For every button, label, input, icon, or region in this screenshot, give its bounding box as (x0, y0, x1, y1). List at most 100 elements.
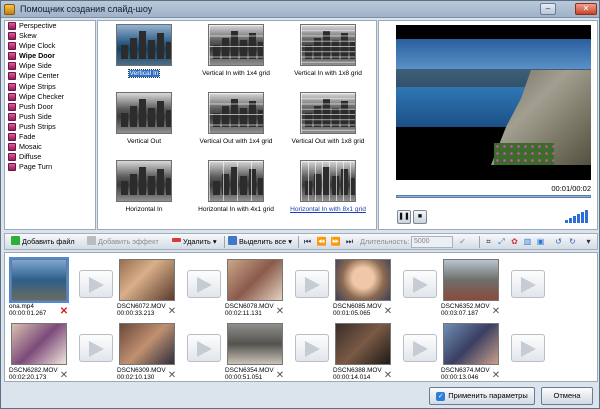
transition-item[interactable]: Wipe Checker (5, 92, 95, 102)
transition-item[interactable]: Page Turn (5, 162, 95, 172)
transition-icon (8, 32, 16, 41)
transition-item[interactable]: Mosaic (5, 142, 95, 152)
title-bar[interactable]: Помощник создания слайд-шоу – ✕ (1, 1, 599, 18)
crop-icon[interactable]: ⌗ (483, 236, 494, 248)
minimize-button[interactable]: – (540, 3, 556, 15)
transition-preview-image (116, 24, 172, 66)
delete-clip-icon[interactable]: ✕ (275, 371, 285, 381)
delete-clip-icon[interactable]: ✕ (59, 371, 69, 381)
window-icon[interactable]: ▣ (535, 236, 546, 248)
transition-slot-arrow-icon[interactable] (187, 334, 221, 362)
delete-clip-icon[interactable]: ✕ (167, 307, 177, 317)
transition-item[interactable]: Skew (5, 31, 95, 41)
transition-thumbnail[interactable]: Horizontal In with 4x1 grid (192, 160, 280, 227)
transition-label: Wipe Side (19, 61, 52, 71)
timeline-clip[interactable]: DSCN6072.MOV 00:00:33.213 ✕ (117, 257, 177, 317)
transition-item[interactable]: Push Strips (5, 122, 95, 132)
clip-thumbnail (443, 323, 499, 365)
rotate-right-icon[interactable]: ↻ (567, 236, 578, 248)
timeline[interactable]: ona.mp4 00:00:01.267 ✕ DSCN6072.MOV 00:00:33… (4, 252, 598, 382)
transition-slot-arrow-icon[interactable] (79, 334, 113, 362)
timeline-clip[interactable]: DSCN6354.MOV 00:00:51.051 ✕ (225, 321, 285, 381)
add-effect-button[interactable]: Добавить эффект (87, 236, 159, 248)
apply-button[interactable]: ✓ Применить параметры (429, 387, 535, 405)
transition-slot-arrow-icon[interactable] (295, 334, 329, 362)
transition-icon (8, 163, 16, 172)
transition-slot-arrow-icon[interactable] (403, 270, 437, 298)
timeline-clip[interactable]: DSCN6388.MOV 00:00:14.014 ✕ (333, 321, 393, 381)
chart-icon[interactable]: ▥ (522, 236, 533, 248)
rotate-left-icon[interactable]: ↺ (553, 236, 564, 248)
timeline-clip[interactable]: DSCN6352.MOV 00:03:07.187 ✕ (441, 257, 501, 317)
preview-seek-bar[interactable] (396, 195, 591, 198)
transition-item[interactable]: Wipe Strips (5, 82, 95, 92)
transition-label: Wipe Center (19, 71, 59, 81)
transition-label: Fade (19, 132, 36, 142)
delete-clip-icon[interactable]: ✕ (383, 371, 393, 381)
transition-thumbnail[interactable]: Vertical In with 1x8 grid (284, 24, 372, 91)
delete-clip-icon[interactable]: ✕ (59, 307, 69, 317)
transition-item[interactable]: Perspective (5, 21, 95, 31)
prev-button[interactable]: ⏪ (316, 236, 327, 248)
pause-button[interactable]: ❚❚ (397, 210, 411, 224)
transition-list[interactable]: Perspective Skew Wipe Clock Wipe Door Wipe S… (4, 20, 96, 230)
delete-button[interactable]: Удалить ▾ (172, 236, 217, 248)
transition-thumbnail[interactable]: Vertical Out with 1x4 grid (192, 92, 280, 159)
transition-slot-arrow-icon[interactable] (511, 334, 545, 362)
transition-item[interactable]: Push Side (5, 112, 95, 122)
delete-clip-icon[interactable]: ✕ (275, 307, 285, 317)
stop-button[interactable]: ■ (413, 210, 427, 224)
delete-clip-icon[interactable]: ✕ (491, 371, 501, 381)
transition-icon (8, 102, 16, 111)
transition-slot-arrow-icon[interactable] (511, 270, 545, 298)
transition-item[interactable]: Wipe Center (5, 71, 95, 81)
transition-slot-arrow-icon[interactable] (295, 270, 329, 298)
transition-item[interactable]: Wipe Clock (5, 41, 95, 51)
timeline-clip[interactable]: DSCN6309.MOV 00:02:10.130 ✕ (117, 321, 177, 381)
apply-duration-icon[interactable]: ✔ (457, 236, 468, 248)
transition-thumbnail[interactable]: Vertical Out with 1x8 grid (284, 92, 372, 159)
clip-name: DSCN6085.MOV (333, 303, 382, 310)
transition-item[interactable]: Wipe Door (5, 51, 95, 61)
zoom-icon[interactable]: ⤢ (496, 236, 507, 248)
last-button[interactable]: ⏭ (344, 236, 355, 248)
duration-input[interactable]: 5000 (411, 236, 453, 248)
transition-slot-arrow-icon[interactable] (187, 270, 221, 298)
transition-thumbnail[interactable]: Horizontal In (100, 160, 188, 227)
next-button[interactable]: ⏩ (330, 236, 341, 248)
timeline-clip[interactable]: DSCN6282.MOV 00:02:20.173 ✕ (9, 321, 69, 381)
duration-label: Длительность: (360, 237, 410, 246)
transition-icon (8, 122, 16, 131)
transition-preview-image (208, 160, 264, 202)
transition-thumbnail[interactable]: Vertical In (100, 24, 188, 91)
transition-slot-arrow-icon[interactable] (403, 334, 437, 362)
transition-slot-arrow-icon[interactable] (79, 270, 113, 298)
cancel-button[interactable]: Отмена (541, 387, 593, 405)
transition-item[interactable]: Wipe Side (5, 61, 95, 71)
transition-thumbnail[interactable]: Vertical Out (100, 92, 188, 159)
timeline-clip[interactable]: ona.mp4 00:00:01.267 ✕ (9, 257, 69, 317)
delete-clip-icon[interactable]: ✕ (383, 307, 393, 317)
volume-icon[interactable] (565, 209, 589, 223)
timeline-clip[interactable]: DSCN6078.MOV 00:02:11.131 ✕ (225, 257, 285, 317)
add-file-button[interactable]: Добавить файл (11, 236, 75, 248)
color-icon[interactable]: ✿ (509, 236, 520, 248)
transition-label: Push Door (19, 101, 53, 111)
delete-clip-icon[interactable]: ✕ (167, 371, 177, 381)
transition-icon (8, 92, 16, 101)
more-icon[interactable]: ▾ (583, 236, 594, 248)
close-button[interactable]: ✕ (575, 3, 597, 15)
transition-item[interactable]: Push Door (5, 102, 95, 112)
transition-thumbnail[interactable]: Horizontal In with 8x1 grid (284, 160, 372, 227)
clip-duration: 00:02:20.173 (9, 374, 47, 381)
select-all-button[interactable]: Выделить все ▾ (228, 236, 292, 248)
transition-item[interactable]: Diffuse (5, 152, 95, 162)
transition-thumbnail[interactable]: Vertical In with 1x4 grid (192, 24, 280, 91)
first-button[interactable]: ⏮ (302, 236, 313, 248)
delete-clip-icon[interactable]: ✕ (491, 307, 501, 317)
transition-item[interactable]: Fade (5, 132, 95, 142)
transition-caption: Vertical In with 1x8 grid (294, 70, 362, 77)
timeline-clip[interactable]: DSCN6374.MOV 00:00:13.046 ✕ (441, 321, 501, 381)
transition-preview-image (116, 92, 172, 134)
timeline-clip[interactable]: DSCN6085.MOV 00:01:05.065 ✕ (333, 257, 393, 317)
